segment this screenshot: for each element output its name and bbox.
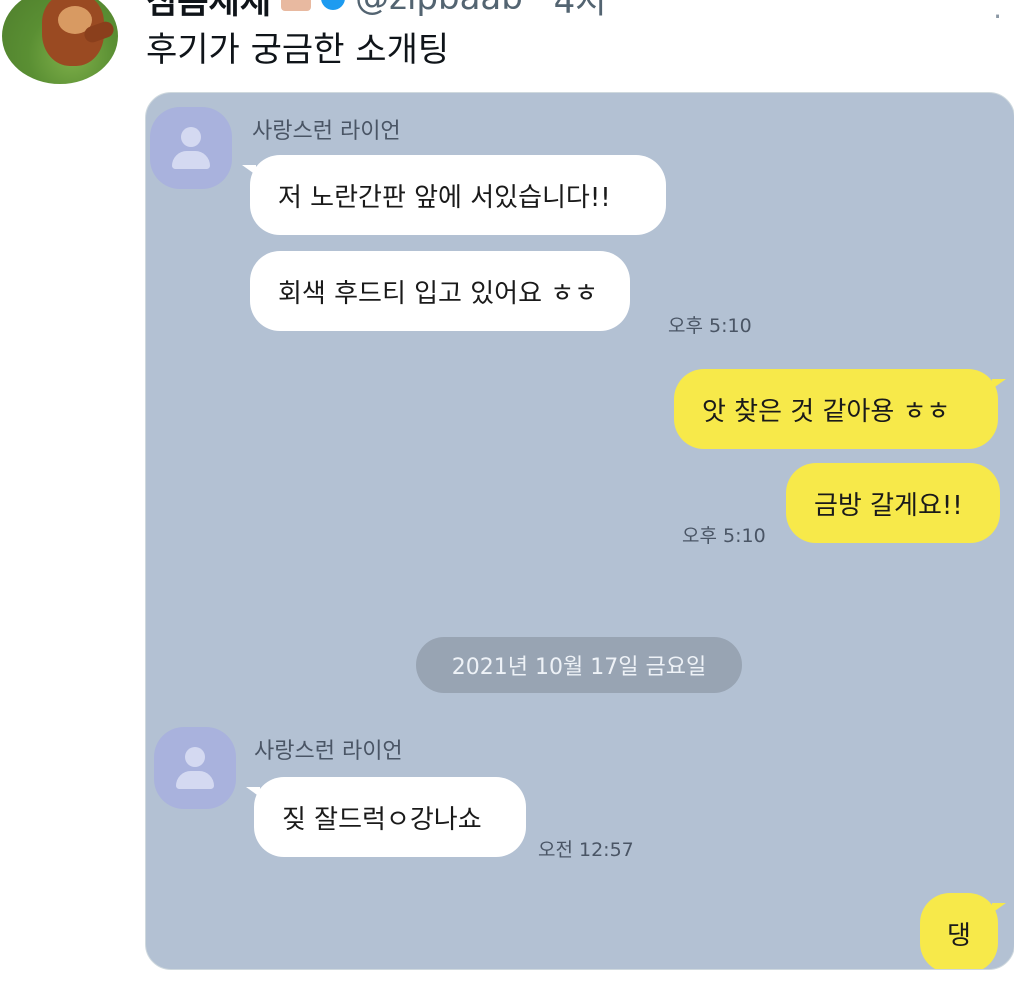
outgoing-message: 금방 갈게요!! bbox=[786, 463, 1000, 543]
message-timestamp: 오전 12:57 bbox=[538, 839, 634, 861]
message-text: 앗 찾은 것 같아용 ㅎㅎ bbox=[702, 396, 951, 427]
handle[interactable]: @zipbaab bbox=[355, 0, 523, 18]
message-timestamp: 오후 5:10 bbox=[668, 315, 752, 337]
incoming-message: 짖 잘드럭ㅇ강나쇼 bbox=[246, 777, 526, 857]
verified-badge-icon bbox=[321, 0, 346, 10]
sender-name: 사랑스런 라이언 bbox=[252, 119, 401, 144]
person-placeholder-icon bbox=[150, 107, 232, 189]
person-placeholder-icon bbox=[154, 727, 236, 809]
avatar-shoulders bbox=[176, 771, 214, 789]
tweet-media-image[interactable]: 사랑스런 라이언 저 노란간판 앞에 서있습니다!! 회색 후드티 입고 있어요… bbox=[145, 92, 1014, 970]
separator-dot: · bbox=[533, 0, 544, 18]
outgoing-message: 앗 찾은 것 같아용 ㅎㅎ bbox=[674, 369, 1006, 449]
message-text: 저 노란간판 앞에 서있습니다!! bbox=[278, 182, 611, 213]
tweet-time[interactable]: 4시 bbox=[554, 0, 607, 23]
message-text: 댕 bbox=[947, 920, 971, 951]
avatar-head bbox=[181, 127, 201, 147]
tweet-text: 후기가 궁금한 소개팅 bbox=[146, 30, 450, 70]
date-divider: 2021년 10월 17일 금요일 bbox=[416, 637, 742, 693]
avatar-shoulders bbox=[172, 151, 210, 169]
outgoing-message: 댕 bbox=[920, 893, 1006, 969]
incoming-message: 회색 후드티 입고 있어요 ㅎㅎ bbox=[250, 251, 630, 331]
more-icon[interactable]: · bbox=[993, 0, 1002, 33]
incoming-message: 저 노란간판 앞에 서있습니다!! bbox=[242, 155, 666, 235]
author-avatar[interactable] bbox=[2, 0, 118, 84]
message-text: 금방 갈게요!! bbox=[814, 490, 963, 521]
message-text: 회색 후드티 입고 있어요 ㅎㅎ bbox=[278, 278, 599, 309]
book-emoji-icon bbox=[281, 0, 312, 11]
message-timestamp: 오후 5:10 bbox=[682, 525, 766, 547]
message-text: 짖 잘드럭ㅇ강나쇼 bbox=[282, 804, 482, 835]
sender-name: 사랑스런 라이언 bbox=[254, 739, 403, 764]
tweet-header: 짐쁨세세 @zipbaab · 4시 bbox=[146, 0, 1006, 22]
display-name[interactable]: 짐쁨세세 bbox=[146, 0, 271, 23]
avatar-head bbox=[185, 747, 205, 767]
